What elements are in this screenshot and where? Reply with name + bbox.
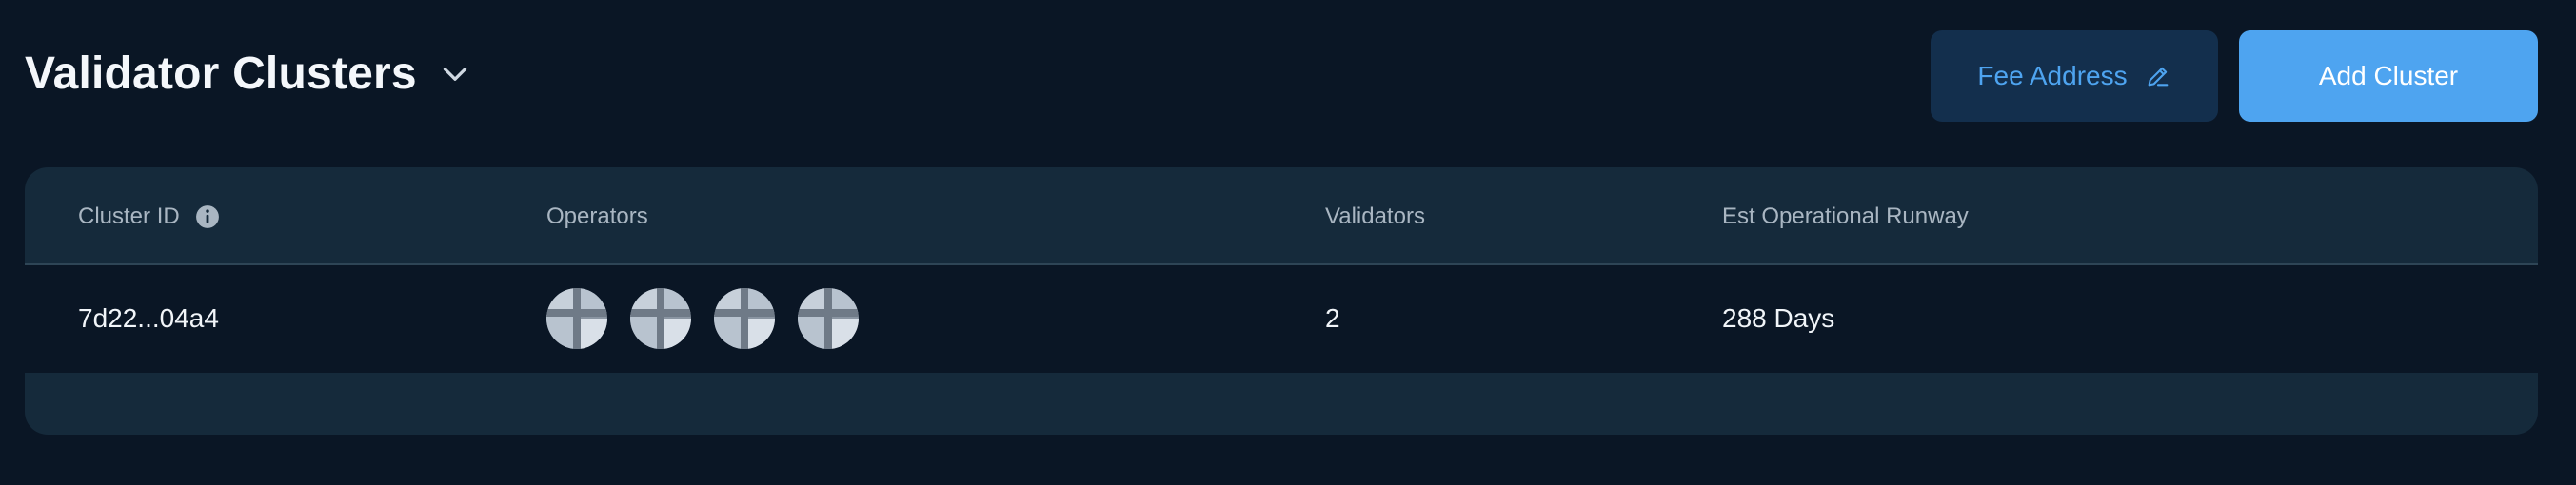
add-cluster-button[interactable]: Add Cluster xyxy=(2239,30,2538,122)
page-title: Validator Clusters xyxy=(25,48,417,99)
page-header: Validator Clusters Fee Address Add Clust… xyxy=(25,30,2538,122)
column-header-runway: Est Operational Runway xyxy=(1722,204,1969,230)
operator-avatar[interactable] xyxy=(798,288,859,349)
operator-avatar[interactable] xyxy=(546,288,607,349)
title-dropdown[interactable]: Validator Clusters xyxy=(25,48,472,100)
table-row[interactable]: 7d22...04a4 2 288 Days xyxy=(25,265,2538,373)
info-icon[interactable] xyxy=(195,204,220,229)
operator-avatar[interactable] xyxy=(714,288,775,349)
add-cluster-label: Add Cluster xyxy=(2318,61,2459,90)
column-header-validators: Validators xyxy=(1325,204,1425,230)
validators-cell: 2 xyxy=(1325,303,1340,333)
cluster-id-cell[interactable]: 7d22...04a4 xyxy=(78,303,219,334)
fee-address-label: Fee Address xyxy=(1977,61,2128,90)
column-label-validators: Validators xyxy=(1325,204,1425,229)
column-label-operators: Operators xyxy=(546,204,648,229)
pencil-icon xyxy=(2148,67,2168,87)
column-label-runway: Est Operational Runway xyxy=(1722,204,1969,229)
operator-avatar-icon xyxy=(630,288,691,349)
operators-cell xyxy=(546,288,859,349)
runway-cell: 288 Days xyxy=(1722,303,1835,333)
operator-avatar[interactable] xyxy=(630,288,691,349)
clusters-table: Cluster ID Operators Validators Est Oper… xyxy=(25,167,2538,435)
column-label-cluster-id: Cluster ID xyxy=(78,204,180,229)
fee-address-button[interactable]: Fee Address xyxy=(1931,30,2218,122)
validator-clusters-page: Validator Clusters Fee Address Add Clust… xyxy=(0,0,2576,485)
operator-avatar-icon xyxy=(798,288,859,349)
table-header: Cluster ID Operators Validators Est Oper… xyxy=(25,167,2538,265)
operator-avatar-icon xyxy=(546,288,607,349)
column-header-cluster-id: Cluster ID xyxy=(78,204,220,230)
column-header-operators: Operators xyxy=(546,204,648,230)
chevron-down-icon[interactable] xyxy=(438,57,472,91)
operator-avatar-icon xyxy=(714,288,775,349)
